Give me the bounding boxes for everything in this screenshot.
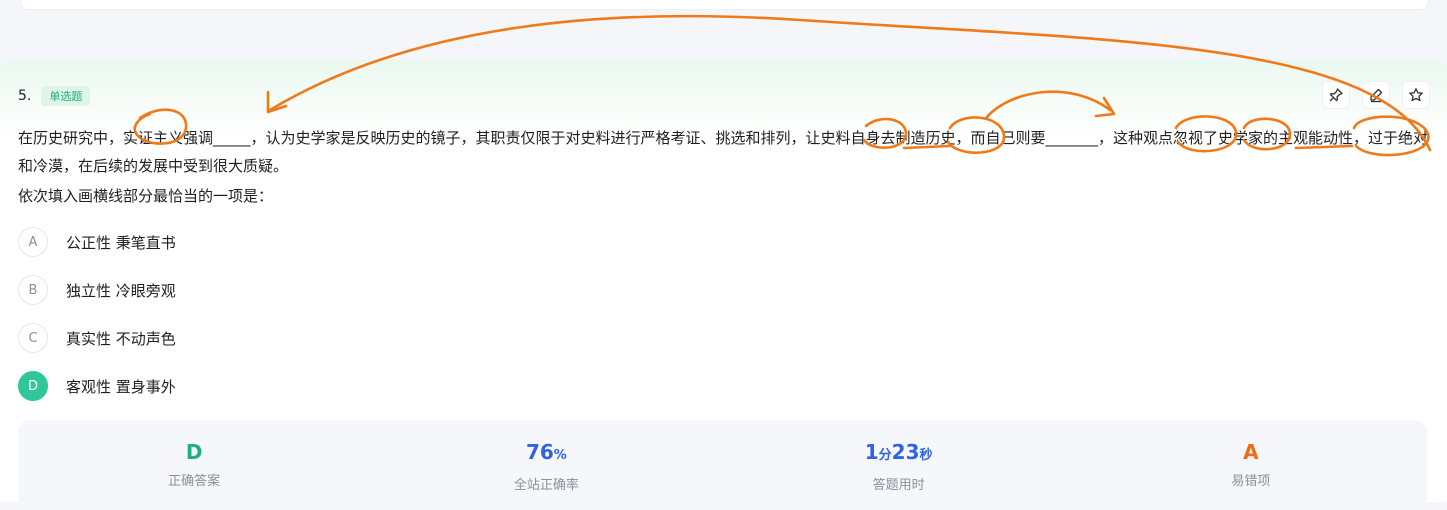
answer-stats-panel: D 正确答案 76% 全站正确率 1分23秒 答题用时 A 易错项	[18, 420, 1427, 510]
accuracy-label: 全站正确率	[513, 478, 579, 493]
option-c[interactable]: C 真实性 不动声色	[18, 322, 176, 354]
time-sec-unit: 秒	[919, 448, 933, 463]
option-letter: A	[18, 227, 48, 257]
edit-note-button[interactable]	[1363, 82, 1389, 108]
question-number: 5.	[18, 88, 32, 104]
answer-time-value-wrap: 1分23秒	[723, 440, 1075, 468]
easy-wrong-label: 易错项	[1231, 474, 1271, 489]
question-header: 5. 单选题	[18, 86, 91, 106]
correct-answer-value: D	[185, 440, 203, 464]
stat-answer-time: 1分23秒 答题用时	[723, 420, 1075, 510]
accuracy-value: 76	[525, 440, 554, 464]
option-text: 独立性 冷眼旁观	[66, 281, 176, 300]
option-text: 公正性 秉笔直书	[66, 233, 176, 252]
option-letter-correct: D	[18, 371, 48, 401]
time-minutes: 1	[864, 440, 879, 464]
stat-correct-answer: D 正确答案	[18, 420, 370, 510]
options-list: A 公正性 秉笔直书 B 独立性 冷眼旁观 C 真实性 不动声色 D 客观性 置…	[18, 226, 176, 418]
edit-icon	[1370, 88, 1383, 103]
accuracy-value-wrap: 76%	[370, 440, 722, 468]
option-letter: B	[18, 275, 48, 305]
accuracy-unit: %	[553, 448, 567, 463]
option-b[interactable]: B 独立性 冷眼旁观	[18, 274, 176, 306]
option-d[interactable]: D 客观性 置身事外	[18, 370, 176, 402]
option-letter: C	[18, 323, 48, 353]
previous-card-area	[0, 0, 1447, 38]
pin-button[interactable]	[1323, 82, 1349, 108]
question-prompt: 依次填入画横线部分最恰当的一项是：	[18, 187, 274, 205]
stat-accuracy: 76% 全站正确率	[370, 420, 722, 510]
pin-icon	[1329, 88, 1343, 102]
option-text: 客观性 置身事外	[66, 377, 176, 396]
favorite-button[interactable]	[1403, 82, 1429, 108]
question-stem: 在历史研究中，实证主义强调_____，认为史学家是反映历史的镜子，其职责仅限于对…	[18, 129, 1429, 175]
time-seconds: 23	[891, 440, 920, 464]
question-type-badge: 单选题	[41, 86, 91, 106]
star-icon	[1409, 88, 1423, 102]
question-toolbar	[1323, 82, 1429, 108]
answer-time-label: 答题用时	[872, 478, 925, 493]
correct-answer-label: 正确答案	[168, 474, 221, 489]
stat-easy-wrong: A 易错项	[1075, 420, 1427, 510]
time-min-unit: 分	[878, 448, 892, 463]
option-a[interactable]: A 公正性 秉笔直书	[18, 226, 176, 258]
option-text: 真实性 不动声色	[66, 329, 176, 348]
easy-wrong-value: A	[1243, 440, 1259, 464]
previous-card-bottom	[20, 0, 1429, 10]
